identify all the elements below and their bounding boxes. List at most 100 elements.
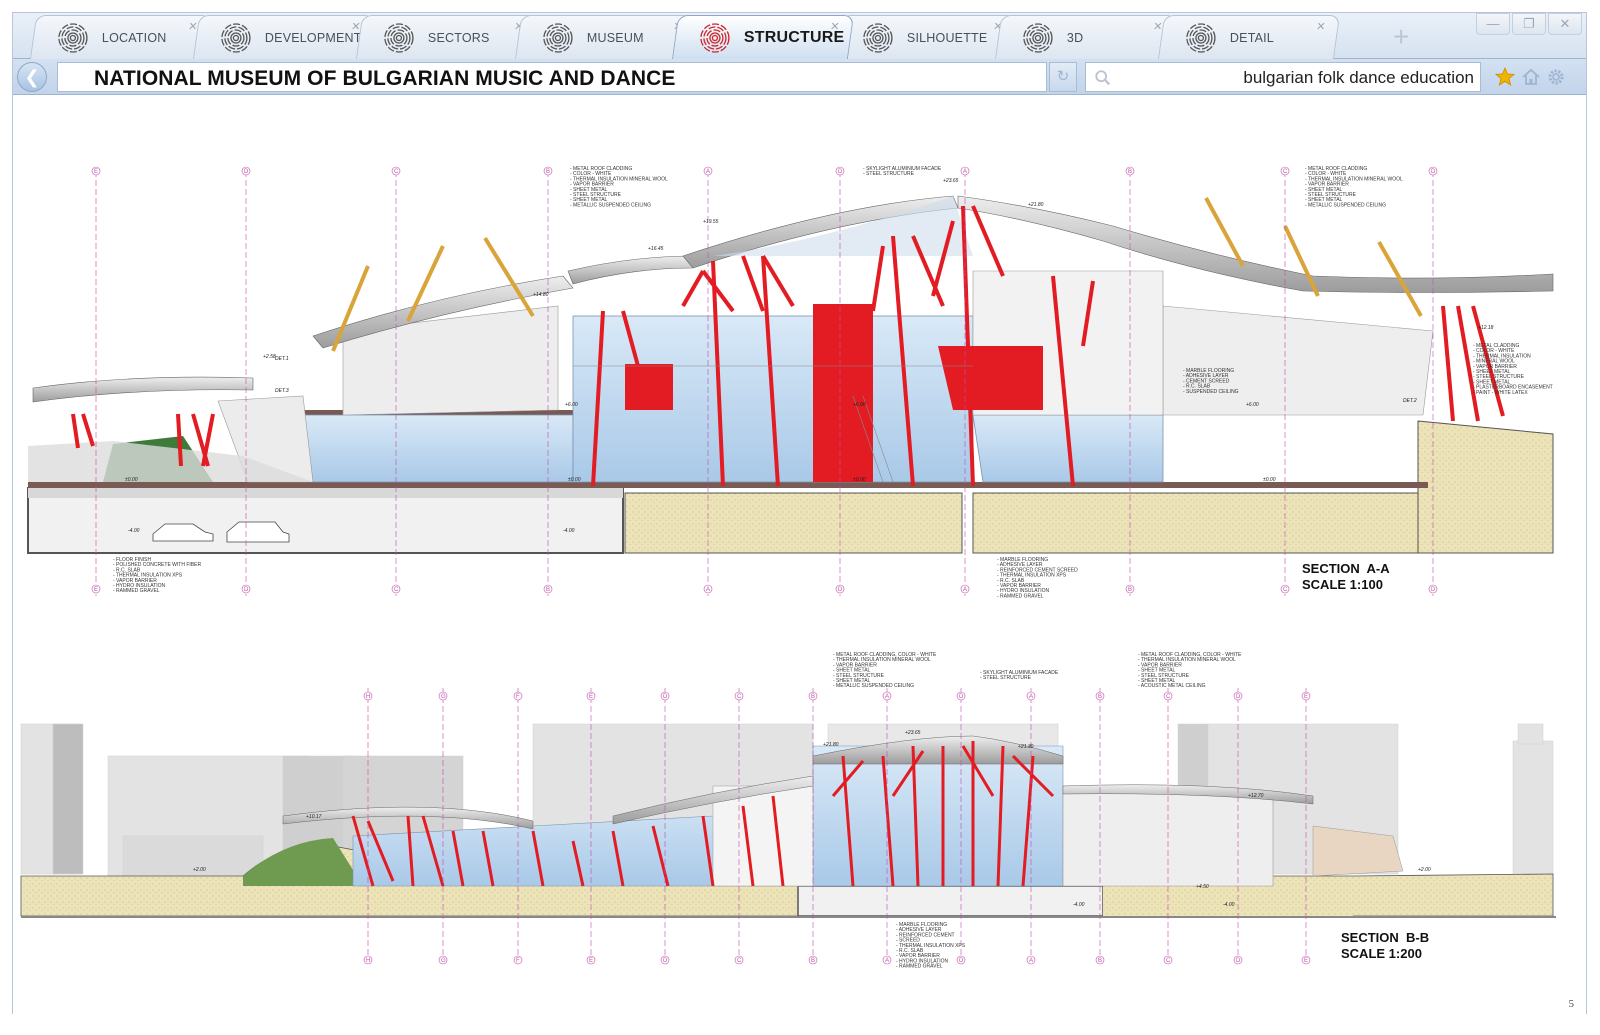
material-note: - RAMMED GRAVEL — [113, 588, 160, 594]
level-marker: -4.00 — [563, 528, 575, 534]
grid-axis-label: B — [811, 958, 815, 964]
red-panel — [813, 304, 873, 482]
level-marker: +2.58 — [263, 354, 276, 360]
back-button[interactable]: ❮ — [17, 62, 47, 92]
fingerprint-icon — [1186, 22, 1216, 53]
level-marker: -4.00 — [1073, 902, 1085, 908]
level-marker: +19.55 — [703, 219, 719, 225]
grid-axis-label: C — [394, 169, 399, 175]
grid-axis-label: C — [1166, 958, 1171, 964]
grid-axis-label: B — [811, 694, 815, 700]
grid-axis-label: E — [1304, 694, 1308, 700]
grid-axis-label: D — [1236, 694, 1241, 700]
new-tab-button[interactable]: + — [1393, 21, 1409, 53]
fingerprint-icon — [384, 22, 414, 53]
refresh-icon: ↻ — [1056, 68, 1070, 85]
tab-sectors[interactable]: SECTORS✕ — [355, 15, 539, 59]
grid-axis-label: B — [1098, 694, 1102, 700]
star-icon[interactable] — [1495, 67, 1515, 87]
slab — [28, 488, 623, 498]
tab-development[interactable]: DEVELOPMENT ✕ — [192, 15, 376, 59]
drawing-sheet: EEDDCCBBAADDAABBCCDD - METAL ROOF CLADDI… — [13, 96, 1586, 1014]
grid-axis-label: B — [1098, 958, 1102, 964]
grid-axis-label: E — [589, 958, 593, 964]
level-marker: +4.50 — [1196, 884, 1209, 890]
tab-label: MUSEUM — [586, 30, 644, 45]
grid-axis-label: D — [1431, 587, 1436, 593]
grid-axis-label: G — [441, 694, 446, 700]
level-marker: +6.00 — [853, 402, 866, 408]
foundation-soil — [624, 492, 963, 554]
ground-line — [21, 916, 1556, 918]
level-marker: +12.18 — [1478, 325, 1494, 331]
glass-volume — [302, 414, 574, 483]
basement-b — [797, 885, 1104, 917]
minimize-button[interactable]: — — [1476, 13, 1510, 35]
tab-content: DETAIL — [1162, 16, 1336, 59]
section-a-scale: SCALE 1:100 — [1302, 577, 1383, 592]
grid-axis-label: C — [1166, 694, 1171, 700]
tab-silhouette[interactable]: SILHOUETTE ✕ — [834, 15, 1018, 59]
close-window-button[interactable]: ✕ — [1548, 13, 1582, 35]
section-a-name: SECTION A-A — [1302, 561, 1390, 576]
gear-icon[interactable] — [1546, 67, 1566, 87]
level-marker: +12.70 — [1248, 793, 1264, 799]
level-marker: ±0.00 — [1263, 477, 1276, 483]
material-note: - STEEL STRUCTURE — [980, 675, 1032, 681]
tab-content: LOCATION — [34, 16, 208, 59]
page-number: 5 — [1568, 998, 1575, 1010]
grid-axis-label: D — [244, 169, 249, 175]
grid-axis-label: E — [94, 587, 98, 593]
search-icon — [1095, 70, 1111, 86]
material-note: - METALLIC SUSPENDED CEILING — [570, 202, 651, 208]
grid-axis-label: B — [1128, 169, 1132, 175]
level-marker: -4.00 — [1223, 902, 1235, 908]
roof-canopy — [32, 376, 254, 403]
tab-label: SECTORS — [427, 30, 490, 45]
search-query: bulgarian folk dance education — [1243, 68, 1474, 87]
close-tab-icon[interactable]: ✕ — [1315, 20, 1326, 33]
level-marker: +16.45 — [648, 246, 664, 252]
tab-museum[interactable]: MUSEUM✕ — [514, 15, 698, 59]
grid-axis-label: H — [366, 694, 370, 700]
maximize-button[interactable]: ❐ — [1512, 13, 1546, 35]
red-panel — [938, 346, 1043, 410]
page-title: NATIONAL MUSEUM OF BULGARIAN MUSIC AND D… — [94, 67, 676, 90]
tab-content: SECTORS — [360, 16, 534, 59]
grid-axis-label: A — [706, 169, 710, 175]
tab-label: LOCATION — [101, 30, 167, 45]
tab-content: MUSEUM — [519, 16, 693, 59]
section-a-label: SECTION A-A SCALE 1:100 — [1302, 561, 1390, 593]
grid-axis-label: C — [394, 587, 399, 593]
tab-location[interactable]: LOCATION ✕ — [29, 15, 213, 59]
search-input[interactable]: bulgarian folk dance education — [1085, 62, 1481, 92]
url-field[interactable]: NATIONAL MUSEUM OF BULGARIAN MUSIC AND D… — [57, 62, 1047, 92]
grid-axis-label: C — [737, 694, 742, 700]
home-icon[interactable] — [1521, 67, 1541, 87]
grid-axis-label: D — [959, 958, 964, 964]
tab-bar: LOCATION✕DEVELOPMENT✕SECTORS✕MUSEUM✕STRU… — [13, 13, 1586, 59]
tab-structure[interactable]: STRUCTURE ✕ — [671, 15, 855, 59]
level-marker: ±0.00 — [125, 477, 138, 483]
tab-3d[interactable]: 3D ✕ — [994, 15, 1178, 59]
section-drawing: EEDDCCBBAADDAABBCCDD - METAL ROOF CLADDI… — [20, 166, 1556, 970]
detail-callout: DET.1 — [275, 356, 289, 362]
tab-content: STRUCTURE — [676, 16, 850, 59]
tab-label: 3D — [1066, 30, 1084, 45]
section-a-a: EEDDCCBBAADDAABBCCDD - METAL ROOF CLADDI… — [27, 166, 1554, 599]
close-tab-icon[interactable]: ✕ — [829, 20, 840, 33]
detail-callout: DET.2 — [1403, 398, 1417, 404]
fingerprint-icon — [863, 22, 893, 53]
grid-axis-label: D — [663, 958, 668, 964]
level-marker: +10.17 — [306, 814, 322, 820]
tab-detail[interactable]: DETAIL ✕ — [1157, 15, 1341, 59]
material-note: - SUSPENDED CEILING — [1183, 389, 1239, 395]
grid-axis-label: C — [1283, 169, 1288, 175]
red-panel — [625, 364, 673, 410]
grid-axis-label: A — [885, 958, 889, 964]
grid-axis-label: F — [516, 694, 520, 700]
tab-label: DEVELOPMENT — [264, 30, 362, 45]
grid-axis-label: F — [516, 958, 520, 964]
level-marker: +6.00 — [1246, 402, 1259, 408]
refresh-button[interactable]: ↻ — [1049, 62, 1077, 92]
